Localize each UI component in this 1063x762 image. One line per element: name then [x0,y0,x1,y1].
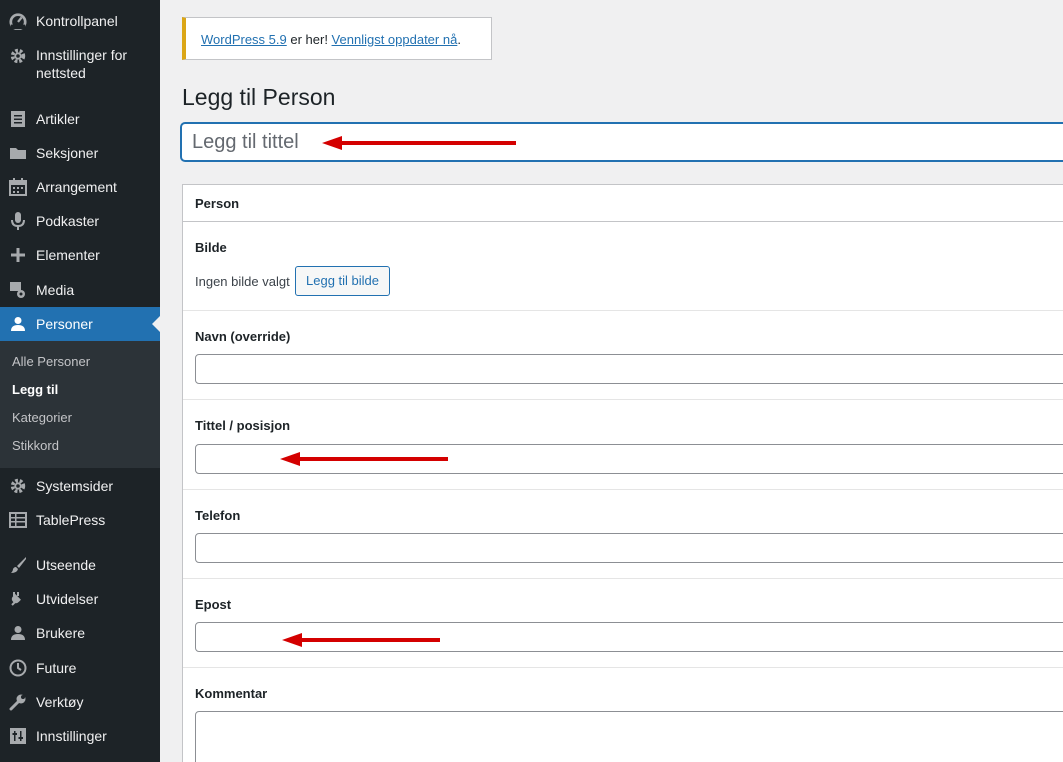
comment-label: Kommentar [195,686,268,701]
user-icon [8,314,28,334]
menu-item-label: Future [36,660,77,676]
current-pointer [152,316,160,332]
email-label: Epost [195,597,232,612]
name-input[interactable] [195,354,1063,384]
gear-icon [8,476,28,496]
submenu-all-persons[interactable]: Alle Personer [12,353,90,371]
notice-end: . [457,32,461,47]
clock-icon [8,658,28,678]
name-label: Navn (override) [195,329,291,344]
menu-item-persons[interactable]: Personer [0,307,160,341]
menu-item-tools[interactable]: Verktøy [0,691,160,713]
menu-item-tablepress[interactable]: TablePress [0,509,160,531]
name-field: Navn (override) [183,311,1063,400]
menu-item-label: Personer [36,316,93,332]
table-icon [8,510,28,530]
menu-item-site-settings[interactable]: Innstillinger for nettsted [0,44,160,84]
menu-item-podcasts[interactable]: Podkaster [0,210,160,232]
media-icon [8,280,28,300]
menu-item-sections[interactable]: Seksjoner [0,142,160,164]
annotation-arrow-title [322,136,516,150]
email-field: Epost [183,579,1063,668]
menu-item-label: Arrangement [36,179,117,195]
menu-item-label: Artikler [36,111,80,127]
menu-item-label: TablePress [36,512,106,528]
notice-text: er her! [286,32,332,47]
person-metabox: Person Bilde Ingen bilde valgt Legg til … [182,184,1063,762]
menu-item-appearance[interactable]: Utseende [0,554,160,576]
menu-item-label: Innstillinger [36,728,107,744]
submenu-categories[interactable]: Kategorier [12,409,72,427]
update-link[interactable]: Vennligst oppdater nå [332,32,458,47]
submenu-tags[interactable]: Stikkord [12,437,59,455]
no-image-text: Ingen bilde valgt [195,274,290,289]
menu-item-label: Brukere [36,625,86,641]
comment-field: Kommentar [183,668,1063,762]
plugin-icon [8,589,28,609]
metabox-title: Person [183,185,1063,222]
menu-item-media[interactable]: Media [0,279,160,301]
phone-label: Telefon [195,508,241,523]
brush-icon [8,555,28,575]
add-image-button[interactable]: Legg til bilde [295,266,390,296]
menu-item-users[interactable]: Brukere [0,622,160,644]
page-title: Legg til Person [182,84,336,110]
position-label: Tittel / posisjon [195,418,291,433]
menu-item-elements[interactable]: Elementer [0,244,160,266]
phone-field: Telefon [183,490,1063,579]
folder-icon [8,143,28,163]
menu-item-label: Utseende [36,557,96,573]
menu-item-label: Seksjoner [36,145,99,161]
gear-icon [8,46,28,66]
menu-item-plugins[interactable]: Utvidelser [0,588,160,610]
dashboard-icon [8,11,28,31]
menu-item-events[interactable]: Arrangement [0,176,160,198]
posts-icon [8,109,28,129]
phone-input[interactable] [195,533,1063,563]
annotation-arrow-email [282,633,440,647]
microphone-icon [8,211,28,231]
calendar-icon [8,177,28,197]
update-notice: WordPress 5.9 er her! Vennligst oppdater… [182,17,492,60]
annotation-arrow-position [280,452,448,466]
submenu-add-new[interactable]: Legg til [12,381,58,399]
title-input[interactable] [181,123,1063,161]
menu-item-label: Podkaster [36,213,100,229]
menu-item-label: Verktøy [36,694,84,710]
wordpress-version-link[interactable]: WordPress 5.9 [201,32,287,47]
persons-submenu: Alle Personer Legg til Kategorier Stikko… [0,341,160,468]
menu-item-label: Media [36,282,75,298]
menu-item-label: Systemsider [36,478,114,494]
plus-icon [8,245,28,265]
menu-item-settings[interactable]: Innstillinger [0,725,160,747]
user-icon [8,623,28,643]
menu-item-label: Elementer [36,247,100,263]
menu-item-label: Utvidelser [36,591,99,607]
menu-item-future[interactable]: Future [0,657,160,679]
image-label: Bilde [195,240,227,255]
menu-item-label: Innstillinger for nettsted [36,47,128,81]
menu-item-posts[interactable]: Artikler [0,108,160,130]
admin-sidebar: Kontrollpanel Innstillinger for nettsted… [0,0,160,762]
menu-item-dashboard[interactable]: Kontrollpanel [0,10,160,32]
settings-icon [8,726,28,746]
menu-item-label: Kontrollpanel [36,13,118,29]
comment-textarea[interactable] [195,711,1063,762]
position-field: Tittel / posisjon [183,400,1063,490]
wrench-icon [8,692,28,712]
menu-item-system-pages[interactable]: Systemsider [0,475,160,497]
